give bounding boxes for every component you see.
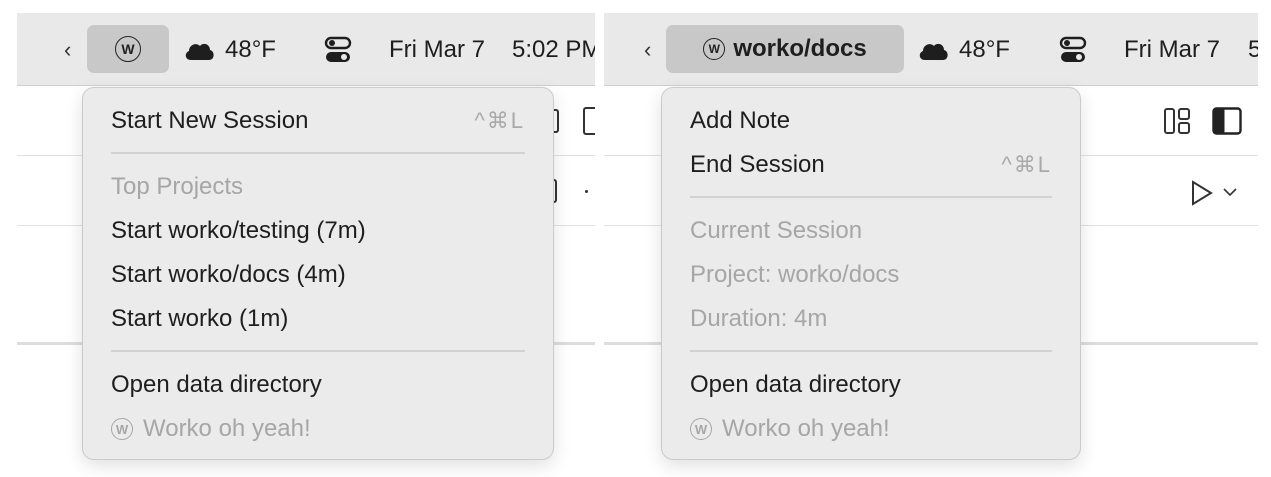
chevron-left-icon[interactable]: ‹ xyxy=(64,13,71,86)
worko-menubar-button[interactable]: W worko/docs xyxy=(666,25,904,73)
control-center-icon[interactable] xyxy=(324,13,352,86)
weather-status[interactable]: 48°F xyxy=(183,13,276,86)
open-data-directory-item[interactable]: Open data directory xyxy=(690,363,1052,407)
chevron-left-icon[interactable]: ‹ xyxy=(644,13,651,86)
more-dot-icon[interactable] xyxy=(585,190,588,193)
worko-w-icon: W xyxy=(111,418,133,440)
footer-label: Worko oh yeah! xyxy=(143,415,311,442)
end-session-item[interactable]: End Session ^⌘L xyxy=(690,143,1052,187)
worko-w-icon: W xyxy=(115,36,141,62)
cloud-icon xyxy=(917,39,949,61)
menu-separator xyxy=(111,152,525,154)
cloud-icon xyxy=(183,39,215,61)
temperature-label: 48°F xyxy=(225,35,276,63)
sidebar-toggle-icon[interactable] xyxy=(1212,107,1242,135)
menu-separator xyxy=(690,196,1052,198)
temperature-label: 48°F xyxy=(959,35,1010,63)
start-new-session-item[interactable]: Start New Session ^⌘L xyxy=(111,99,525,143)
left-screenshot-panel: ‹ W 48°F Fri Mar 7 5:02 PM Start New Ses… xyxy=(17,13,595,477)
session-duration-label: Duration: 4m xyxy=(690,305,828,332)
worko-w-icon: W xyxy=(703,38,726,60)
keyboard-shortcut: ^⌘L xyxy=(474,108,525,133)
menu-separator xyxy=(111,350,525,352)
chevron-down-icon[interactable] xyxy=(1223,184,1237,202)
menu-separator xyxy=(690,350,1052,352)
section-title-current-session: Current Session xyxy=(690,217,863,244)
footer-item: W Worko oh yeah! xyxy=(111,407,525,451)
worko-dropdown-menu: Start New Session ^⌘L Top Projects Start… xyxy=(82,87,554,460)
panel-icon[interactable] xyxy=(583,107,595,135)
menubar-date[interactable]: Fri Mar 7 xyxy=(389,13,485,86)
section-title-top-projects: Top Projects xyxy=(111,173,244,200)
open-data-directory-item[interactable]: Open data directory xyxy=(111,363,525,407)
worko-w-icon: W xyxy=(690,418,712,440)
layout-grid-icon[interactable] xyxy=(1164,108,1190,134)
menu-item-label: Start New Session xyxy=(111,107,309,134)
start-project-worko-docs[interactable]: Start worko/docs (4m) xyxy=(111,253,525,297)
weather-status[interactable]: 48°F xyxy=(917,13,1010,86)
current-project-label: Project: worko/docs xyxy=(690,261,900,288)
menubar-time[interactable]: 5 xyxy=(1248,13,1258,86)
worko-menubar-button[interactable]: W xyxy=(87,25,169,73)
right-screenshot-panel: ‹ W worko/docs 48°F Fri Mar 7 5 Add Note… xyxy=(604,13,1258,477)
control-center-icon[interactable] xyxy=(1059,13,1087,86)
footer-label: Worko oh yeah! xyxy=(722,415,890,442)
menu-bar: ‹ W 48°F Fri Mar 7 5:02 PM xyxy=(17,13,595,86)
play-icon[interactable] xyxy=(1191,180,1213,211)
menubar-date[interactable]: Fri Mar 7 xyxy=(1124,13,1220,86)
footer-item: W Worko oh yeah! xyxy=(690,407,1052,451)
menu-item-label: End Session xyxy=(690,151,825,178)
keyboard-shortcut: ^⌘L xyxy=(1001,152,1052,177)
worko-dropdown-menu: Add Note End Session ^⌘L Current Session… xyxy=(661,87,1081,460)
active-project-label: worko/docs xyxy=(733,35,867,62)
start-project-worko-testing[interactable]: Start worko/testing (7m) xyxy=(111,209,525,253)
start-project-worko[interactable]: Start worko (1m) xyxy=(111,297,525,341)
add-note-item[interactable]: Add Note xyxy=(690,99,1052,143)
menu-bar: ‹ W worko/docs 48°F Fri Mar 7 5 xyxy=(604,13,1258,86)
menubar-time[interactable]: 5:02 PM xyxy=(512,13,595,86)
